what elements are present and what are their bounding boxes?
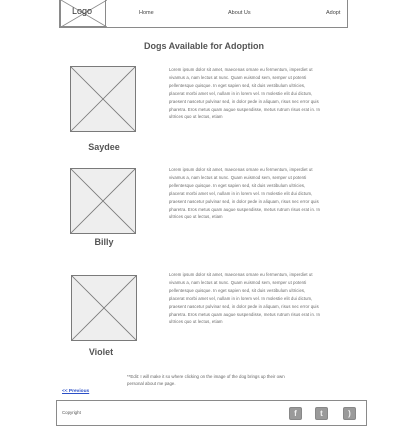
rss-icon[interactable]: ) (343, 407, 356, 420)
image-placeholder-icon (72, 276, 136, 340)
dog-description: Lorem ipsum dolor sit amet, maecenas orn… (169, 272, 321, 325)
facebook-icon[interactable]: f (289, 407, 302, 420)
dog-photo-billy[interactable] (70, 168, 136, 234)
page-title: Dogs Available for Adoption (143, 41, 264, 51)
copyright-text: Copyright (62, 410, 81, 415)
dog-name[interactable]: Billy (59, 237, 149, 247)
edit-note: **Edit: I will make it so where clicking… (127, 374, 285, 387)
image-placeholder-icon (71, 169, 135, 233)
previous-link[interactable]: << Previous (62, 389, 89, 394)
dog-name[interactable]: Saydee (59, 142, 149, 152)
dog-name[interactable]: Violet (56, 347, 146, 357)
rss-glyph: ) (348, 409, 351, 418)
dog-photo-saydee[interactable] (70, 66, 136, 132)
facebook-glyph: f (294, 409, 297, 418)
dog-photo-violet[interactable] (71, 275, 137, 341)
twitter-icon[interactable]: t (315, 407, 328, 420)
nav-about-us[interactable]: About Us (228, 10, 251, 16)
dog-description: Lorem ipsum dolor sit amet, maecenas orn… (169, 67, 321, 120)
image-placeholder-icon (71, 67, 135, 131)
logo-label: Logo (72, 6, 93, 16)
nav-home[interactable]: Home (139, 10, 154, 16)
twitter-glyph: t (320, 409, 323, 418)
nav-adopt[interactable]: Adopt (326, 10, 340, 16)
dog-description: Lorem ipsum dolor sit amet, maecenas orn… (169, 167, 321, 220)
